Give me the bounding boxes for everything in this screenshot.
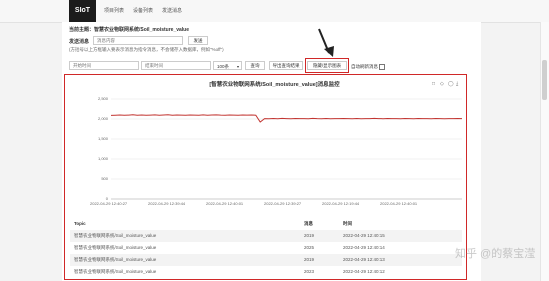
cell-topic: 智慧农业物联网系统/Soil_moisture_value: [74, 257, 157, 262]
cell-time: 2022-04-29 12:40:15: [343, 233, 385, 238]
x-tick-label: 2022-04-29 12:39:27: [264, 201, 302, 206]
chart-grid: [111, 98, 462, 200]
series-line: [110, 114, 463, 123]
cell-topic: 智慧农业物联网系统/Soil_moisture_value: [74, 233, 157, 238]
scrollbar-thumb[interactable]: [542, 60, 547, 100]
x-tick-label: 2022-04-29 12:40:27: [90, 201, 128, 206]
cell-time: 2022-04-29 12:40:14: [343, 245, 385, 250]
x-tick-label: 2022-04-29 12:19:44: [322, 201, 360, 206]
cell-topic: 智慧农业物联网系统/Soil_moisture_value: [74, 245, 157, 250]
cell-time: 2022-04-29 12:40:12: [343, 269, 385, 274]
cell-message: 2023: [304, 269, 315, 274]
column-header-topic: Topic: [74, 221, 86, 226]
column-header-message: 消息: [304, 221, 313, 226]
column-header-time: 时间: [343, 221, 352, 226]
watermark-text: 知乎 @的蔡宝滢: [455, 248, 536, 260]
cell-time: 2022-04-29 12:40:13: [343, 257, 385, 262]
x-tick-label: 2022-04-29 12:40:01: [206, 201, 244, 206]
cell-message: 2025: [304, 245, 315, 250]
x-tick-label: 2022-04-29 12:40:01: [380, 201, 418, 206]
x-tick-label: 2022-04-29 12:39:44: [148, 201, 186, 206]
cell-topic: 智慧农业物联网系统/Soil_moisture_value: [74, 269, 157, 274]
cell-message: 2019: [304, 257, 315, 262]
cell-message: 2019: [304, 233, 315, 238]
